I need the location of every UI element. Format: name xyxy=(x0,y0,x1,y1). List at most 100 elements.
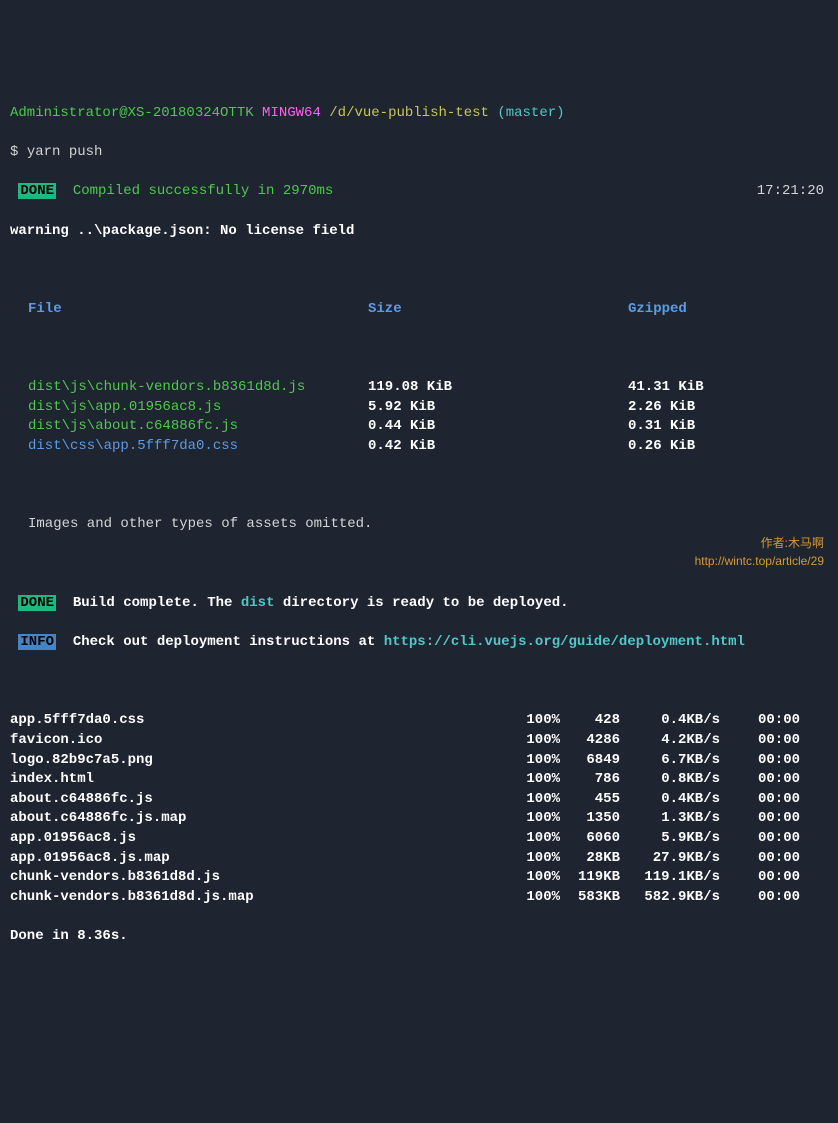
asset-row: dist\js\chunk-vendors.b8361d8d.js119.08 … xyxy=(10,378,828,398)
upload-file: about.c64886fc.js xyxy=(10,790,510,810)
upload-speed: 0.8KB/s xyxy=(620,770,720,790)
asset-row: dist\js\app.01956ac8.js5.92 KiB2.26 KiB xyxy=(10,398,828,418)
watermark-url: http://wintc.top/article/29 xyxy=(695,553,824,570)
info-line: INFO Check out deployment instructions a… xyxy=(10,633,828,653)
command-line: $ yarn push xyxy=(10,143,828,163)
upload-speed: 0.4KB/s xyxy=(620,790,720,810)
upload-bytes: 786 xyxy=(560,770,620,790)
upload-file: app.01956ac8.js xyxy=(10,829,510,849)
upload-time: 00:00 xyxy=(720,790,800,810)
upload-speed: 4.2KB/s xyxy=(620,731,720,751)
asset-gzip: 41.31 KiB xyxy=(628,378,828,398)
upload-bytes: 28KB xyxy=(560,849,620,869)
upload-file: chunk-vendors.b8361d8d.js.map xyxy=(10,888,510,908)
warning-line: warning ..\package.json: No license fiel… xyxy=(10,222,828,242)
upload-row: chunk-vendors.b8361d8d.js.map100%583KB58… xyxy=(10,888,828,908)
asset-file: dist\css\app.5fff7da0.css xyxy=(28,437,368,457)
upload-time: 00:00 xyxy=(720,888,800,908)
upload-row: about.c64886fc.js100%4550.4KB/s00:00 xyxy=(10,790,828,810)
upload-row: logo.82b9c7a5.png100%68496.7KB/s00:00 xyxy=(10,751,828,771)
upload-speed: 119.1KB/s xyxy=(620,868,720,888)
terminal[interactable]: Administrator@XS-20180324OTTK MINGW64 /d… xyxy=(10,84,828,966)
asset-row: dist\css\app.5fff7da0.css0.42 KiB0.26 Ki… xyxy=(10,437,828,457)
upload-row: chunk-vendors.b8361d8d.js100%119KB119.1K… xyxy=(10,868,828,888)
deployment-url[interactable]: https://cli.vuejs.org/guide/deployment.h… xyxy=(384,634,745,650)
upload-row: app.5fff7da0.css100%4280.4KB/s00:00 xyxy=(10,711,828,731)
done-badge: DONE xyxy=(18,595,56,611)
prompt-user: Administrator@XS-20180324OTTK xyxy=(10,105,254,121)
upload-time: 00:00 xyxy=(720,751,800,771)
done-badge: DONE xyxy=(18,183,56,199)
command: yarn push xyxy=(27,144,103,160)
upload-bytes: 6060 xyxy=(560,829,620,849)
build-complete-line: DONE Build complete. The dist directory … xyxy=(10,594,828,614)
prompt-path: /d/vue-publish-test xyxy=(329,105,489,121)
asset-file: dist\js\about.c64886fc.js xyxy=(28,417,368,437)
upload-row: about.c64886fc.js.map100%13501.3KB/s00:0… xyxy=(10,809,828,829)
watermark-author: 作者:木马啊 xyxy=(761,535,824,552)
upload-percent: 100% xyxy=(510,790,560,810)
upload-file: app.01956ac8.js.map xyxy=(10,849,510,869)
upload-time: 00:00 xyxy=(720,711,800,731)
upload-speed: 1.3KB/s xyxy=(620,809,720,829)
upload-bytes: 428 xyxy=(560,711,620,731)
upload-speed: 5.9KB/s xyxy=(620,829,720,849)
upload-file: about.c64886fc.js.map xyxy=(10,809,510,829)
prompt-shell: MINGW64 xyxy=(262,105,321,121)
upload-bytes: 119KB xyxy=(560,868,620,888)
upload-bytes: 6849 xyxy=(560,751,620,771)
upload-file: favicon.ico xyxy=(10,731,510,751)
header-file: File xyxy=(28,300,368,320)
asset-size: 0.42 KiB xyxy=(368,437,628,457)
upload-bytes: 583KB xyxy=(560,888,620,908)
upload-percent: 100% xyxy=(510,770,560,790)
upload-speed: 0.4KB/s xyxy=(620,711,720,731)
upload-percent: 100% xyxy=(510,868,560,888)
header-size: Size xyxy=(368,300,628,320)
prompt-symbol: $ xyxy=(10,144,18,160)
upload-bytes: 1350 xyxy=(560,809,620,829)
compile-message: Compiled successfully in 2970ms xyxy=(73,183,333,199)
timestamp: 17:21:20 xyxy=(757,182,828,202)
upload-bytes: 455 xyxy=(560,790,620,810)
upload-time: 00:00 xyxy=(720,731,800,751)
done-line: Done in 8.36s. xyxy=(10,927,828,947)
upload-time: 00:00 xyxy=(720,868,800,888)
upload-percent: 100% xyxy=(510,809,560,829)
asset-gzip: 0.31 KiB xyxy=(628,417,828,437)
asset-size: 119.08 KiB xyxy=(368,378,628,398)
upload-time: 00:00 xyxy=(720,770,800,790)
omitted-line: Images and other types of assets omitted… xyxy=(10,515,828,535)
upload-speed: 6.7KB/s xyxy=(620,751,720,771)
upload-row: index.html100%7860.8KB/s00:00 xyxy=(10,770,828,790)
asset-gzip: 2.26 KiB xyxy=(628,398,828,418)
upload-percent: 100% xyxy=(510,731,560,751)
upload-row: app.01956ac8.js100%60605.9KB/s00:00 xyxy=(10,829,828,849)
upload-file: chunk-vendors.b8361d8d.js xyxy=(10,868,510,888)
asset-file: dist\js\app.01956ac8.js xyxy=(28,398,368,418)
upload-row: app.01956ac8.js.map100%28KB27.9KB/s00:00 xyxy=(10,849,828,869)
prompt-line: Administrator@XS-20180324OTTK MINGW64 /d… xyxy=(10,104,828,124)
upload-percent: 100% xyxy=(510,849,560,869)
upload-time: 00:00 xyxy=(720,809,800,829)
asset-row: dist\js\about.c64886fc.js0.44 KiB0.31 Ki… xyxy=(10,417,828,437)
compile-line: DONE Compiled successfully in 2970ms 17:2… xyxy=(10,182,828,202)
asset-size: 0.44 KiB xyxy=(368,417,628,437)
header-gzip: Gzipped xyxy=(628,300,828,320)
asset-file: dist\js\chunk-vendors.b8361d8d.js xyxy=(28,378,368,398)
table-header: FileSizeGzipped xyxy=(10,300,828,320)
upload-time: 00:00 xyxy=(720,849,800,869)
info-badge: INFO xyxy=(18,634,56,650)
asset-size: 5.92 KiB xyxy=(368,398,628,418)
upload-file: index.html xyxy=(10,770,510,790)
upload-bytes: 4286 xyxy=(560,731,620,751)
upload-speed: 582.9KB/s xyxy=(620,888,720,908)
upload-row: favicon.ico100%42864.2KB/s00:00 xyxy=(10,731,828,751)
upload-percent: 100% xyxy=(510,888,560,908)
prompt-branch: (master) xyxy=(497,105,564,121)
upload-percent: 100% xyxy=(510,751,560,771)
upload-percent: 100% xyxy=(510,711,560,731)
upload-speed: 27.9KB/s xyxy=(620,849,720,869)
upload-file: app.5fff7da0.css xyxy=(10,711,510,731)
upload-percent: 100% xyxy=(510,829,560,849)
